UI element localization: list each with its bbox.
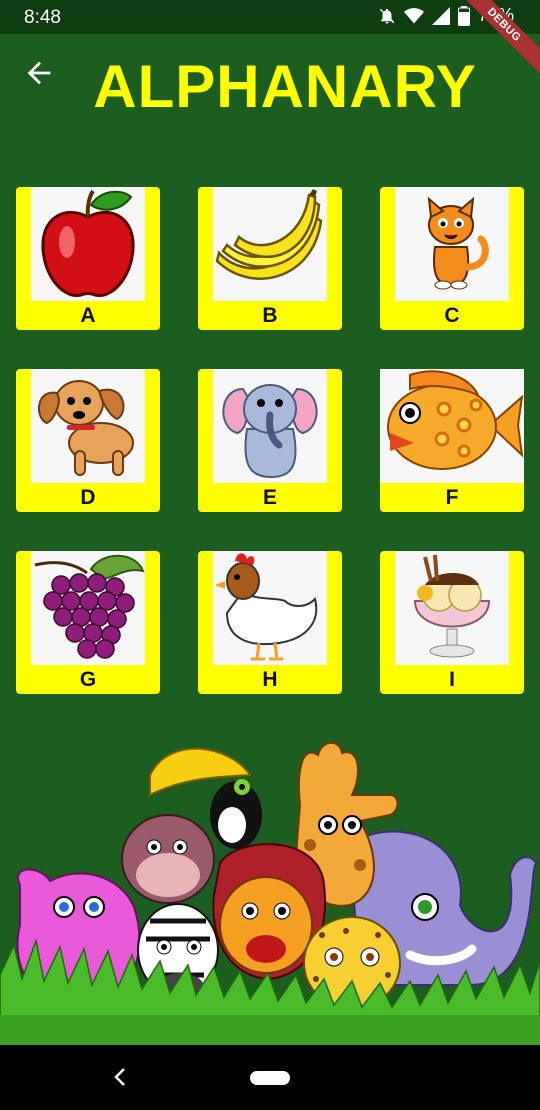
ice-cream-image — [395, 551, 509, 665]
signal-icon — [431, 6, 450, 25]
cat-image — [395, 187, 509, 301]
hen-image — [213, 551, 327, 665]
hen-icon — [215, 553, 318, 661]
cat-icon — [427, 196, 489, 290]
fish-icon — [387, 370, 524, 470]
ice-cream-icon — [413, 554, 491, 658]
notifications-off-icon — [379, 8, 395, 23]
status-time: 8:48 — [24, 7, 61, 28]
wifi-icon — [403, 7, 424, 23]
elephant-icon — [222, 384, 318, 479]
card-h[interactable]: H — [198, 551, 342, 694]
card-d[interactable]: D — [16, 369, 160, 512]
page-title: ALPHANARY — [93, 53, 477, 120]
apple-icon — [41, 189, 135, 297]
card-g[interactable]: G — [16, 551, 160, 694]
nav-back-icon[interactable] — [108, 1063, 132, 1091]
card-letter: F — [445, 486, 459, 509]
battery-icon — [457, 5, 470, 26]
fish-image — [380, 369, 524, 483]
status-bar: 8:48 77% DEBUG — [0, 0, 540, 81]
card-letter: E — [262, 486, 277, 509]
elephant-image — [213, 369, 327, 483]
card-letter: I — [449, 668, 455, 691]
card-letter: G — [79, 668, 97, 691]
banana-image — [213, 187, 327, 301]
nav-home-button[interactable] — [250, 1071, 290, 1085]
card-a[interactable]: A — [16, 187, 160, 330]
card-letter: B — [262, 304, 278, 327]
apple-image — [31, 187, 145, 301]
dog-image — [31, 369, 145, 483]
card-e[interactable]: E — [198, 369, 342, 512]
dog-icon — [37, 380, 134, 476]
card-letter: A — [80, 304, 96, 327]
card-letter: C — [444, 304, 460, 327]
card-f[interactable]: F — [380, 369, 524, 512]
animals-illustration — [0, 735, 540, 1046]
banana-icon — [215, 189, 323, 280]
card-i[interactable]: I — [380, 551, 524, 694]
card-c[interactable]: C — [380, 187, 524, 330]
card-letter: D — [80, 486, 96, 509]
card-letter: H — [262, 668, 278, 691]
grapes-image — [31, 551, 145, 665]
grapes-icon — [34, 554, 145, 659]
card-b[interactable]: B — [198, 187, 342, 330]
